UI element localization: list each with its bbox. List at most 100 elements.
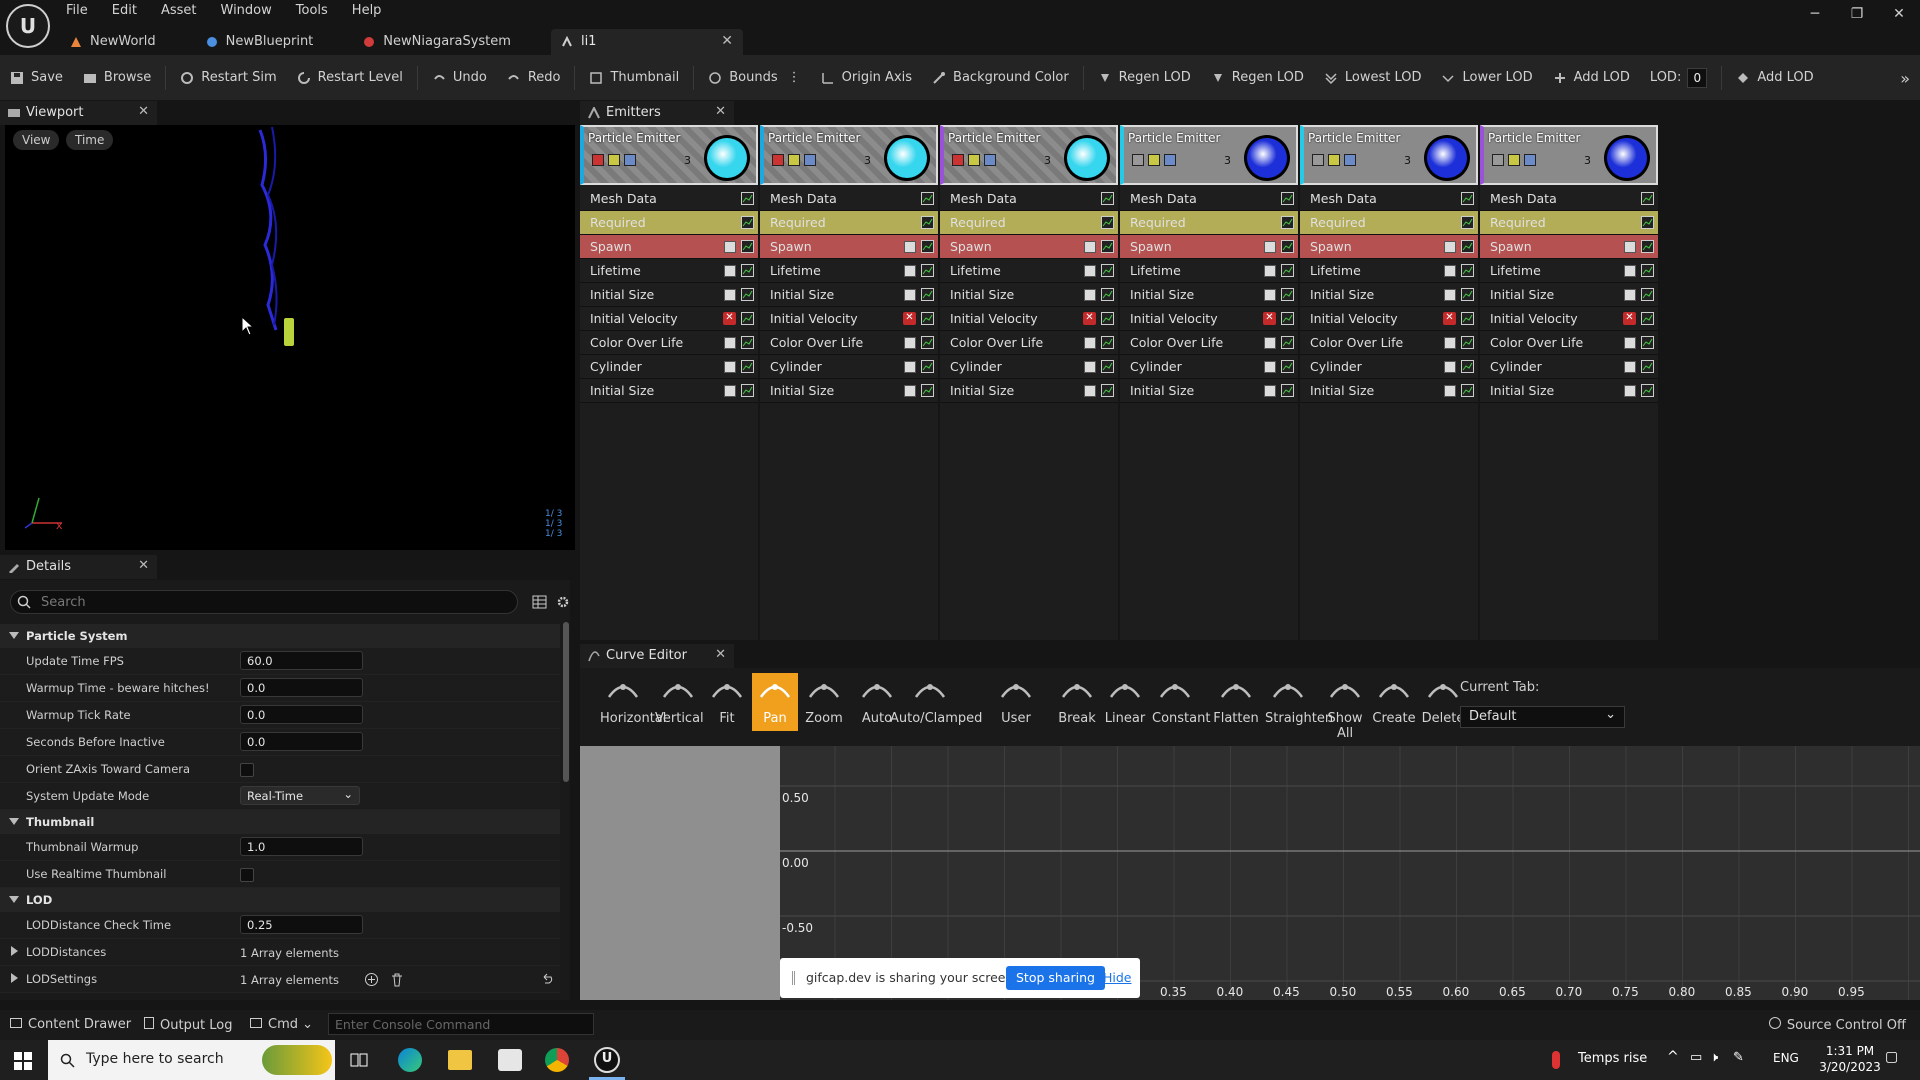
module-enable-checkbox[interactable] xyxy=(1624,241,1636,253)
curve-graph-icon[interactable] xyxy=(1461,288,1474,301)
module-enable-checkbox[interactable] xyxy=(1624,289,1636,301)
emitter-column[interactable]: Particle Emitter 3 Mesh Data Required Spawn L… xyxy=(1300,125,1478,640)
view-button[interactable]: View xyxy=(13,130,60,150)
tool-pan-button[interactable]: Pan xyxy=(752,673,798,731)
tool-zoom-button[interactable]: Zoom xyxy=(801,673,847,731)
emitter-enable-toggle[interactable] xyxy=(1312,154,1324,166)
module-row[interactable]: Color Over Life xyxy=(580,331,758,355)
module-row[interactable]: Lifetime xyxy=(1300,259,1478,283)
curve-graph-icon[interactable] xyxy=(741,288,754,301)
language-indicator[interactable]: ENG xyxy=(1773,1051,1799,1065)
module-row[interactable]: Initial Size xyxy=(1120,379,1298,403)
task-view-icon[interactable] xyxy=(350,1051,368,1069)
time-button[interactable]: Time xyxy=(66,130,114,150)
module-enable-checkbox[interactable] xyxy=(1264,385,1276,397)
module-enable-checkbox[interactable] xyxy=(1444,385,1456,397)
curve-graph-icon[interactable] xyxy=(741,336,754,349)
curve-graph-icon[interactable] xyxy=(921,288,934,301)
tool-auto-clamped-button[interactable]: Auto/Clamped xyxy=(890,673,982,731)
viewport-tab[interactable]: Viewport ✕ xyxy=(0,101,157,125)
emitter-solo-toggle[interactable] xyxy=(1344,154,1356,166)
module-row[interactable]: Color Over Life xyxy=(940,331,1118,355)
curve-graph-icon[interactable] xyxy=(1641,264,1654,277)
tool-linear-button[interactable]: Linear xyxy=(1102,673,1148,731)
module-row[interactable]: Initial Size xyxy=(760,379,938,403)
module-row[interactable]: Initial Size xyxy=(760,283,938,307)
module-row[interactable]: Required xyxy=(1480,211,1658,235)
curve-graph-icon[interactable] xyxy=(921,264,934,277)
module-disabled-icon[interactable]: ✕ xyxy=(723,312,736,325)
menu-edit[interactable]: Edit xyxy=(102,0,151,22)
module-disabled-icon[interactable]: ✕ xyxy=(1623,312,1636,325)
module-row[interactable]: Initial Velocity ✕ xyxy=(580,307,758,331)
module-enable-checkbox[interactable] xyxy=(904,361,916,373)
emitter-render-toggle[interactable] xyxy=(1148,154,1160,166)
module-row[interactable]: Color Over Life xyxy=(1300,331,1478,355)
module-row[interactable]: Mesh Data xyxy=(760,187,938,211)
emitter-enable-toggle[interactable] xyxy=(952,154,964,166)
emitter-column[interactable]: Particle Emitter 3 Mesh Data Required Spawn L… xyxy=(940,125,1118,640)
curve-graph-icon[interactable] xyxy=(921,336,934,349)
module-row[interactable]: Cylinder xyxy=(1300,355,1478,379)
file-explorer-icon[interactable] xyxy=(448,1050,472,1070)
module-row[interactable]: Required xyxy=(1120,211,1298,235)
curve-graph-icon[interactable] xyxy=(1101,264,1114,277)
module-row[interactable]: Initial Velocity ✕ xyxy=(1120,307,1298,331)
module-disabled-icon[interactable]: ✕ xyxy=(903,312,916,325)
edge-icon[interactable] xyxy=(398,1048,422,1072)
close-window-icon[interactable]: ✕ xyxy=(1878,0,1920,34)
add-lod-button-1[interactable]: Add LOD xyxy=(1543,62,1640,94)
emitter-header[interactable]: Particle Emitter 3 xyxy=(1300,125,1478,185)
curve-graph-icon[interactable] xyxy=(1281,264,1294,277)
module-enable-checkbox[interactable] xyxy=(904,265,916,277)
curve-graph-icon[interactable] xyxy=(1461,192,1474,205)
add-element-icon[interactable] xyxy=(364,972,379,987)
emitter-render-toggle[interactable] xyxy=(1508,154,1520,166)
regen-lod-button-1[interactable]: Regen LOD xyxy=(1088,62,1201,94)
module-row[interactable]: Initial Size xyxy=(580,379,758,403)
drag-handle-icon[interactable] xyxy=(792,971,795,985)
tool-straighten-button[interactable]: Straighten xyxy=(1265,673,1333,731)
chevron-up-icon[interactable]: ^ xyxy=(1667,1049,1679,1065)
module-row[interactable]: Required xyxy=(760,211,938,235)
origin-axis-button[interactable]: Origin Axis xyxy=(811,62,922,94)
notifications-icon[interactable]: ▢ xyxy=(1885,1049,1898,1065)
source-control-status[interactable]: Source Control Off xyxy=(1768,1017,1906,1033)
module-disabled-icon[interactable]: ✕ xyxy=(1083,312,1096,325)
emitter-render-toggle[interactable] xyxy=(608,154,620,166)
curve-graph-icon[interactable] xyxy=(921,360,934,373)
lod-value-input[interactable]: 0 xyxy=(1687,67,1708,88)
module-row[interactable]: Spawn xyxy=(1300,235,1478,259)
thumbnail-warmup-field[interactable]: 1.0 xyxy=(240,837,363,856)
curve-graph-icon[interactable] xyxy=(1281,312,1294,325)
network-icon[interactable]: ▭ xyxy=(1690,1050,1702,1065)
module-enable-checkbox[interactable] xyxy=(1444,265,1456,277)
redo-button[interactable]: Redo xyxy=(497,62,571,94)
tool-flatten-button[interactable]: Flatten xyxy=(1213,673,1259,731)
curve-graph-icon[interactable] xyxy=(1281,192,1294,205)
tool-horizontal-button[interactable]: Horizontal xyxy=(600,673,666,731)
module-row[interactable]: Lifetime xyxy=(1480,259,1658,283)
hide-link[interactable]: Hide xyxy=(1103,970,1132,985)
emitter-solo-toggle[interactable] xyxy=(804,154,816,166)
emitter-enable-toggle[interactable] xyxy=(1132,154,1144,166)
stop-sharing-button[interactable]: Stop sharing xyxy=(1006,966,1105,990)
module-row[interactable]: Required xyxy=(940,211,1118,235)
module-enable-checkbox[interactable] xyxy=(904,241,916,253)
curve-graph-icon[interactable] xyxy=(1101,336,1114,349)
curve-graph-icon[interactable] xyxy=(1461,264,1474,277)
emitter-header[interactable]: Particle Emitter 3 xyxy=(940,125,1118,185)
curve-graph-icon[interactable] xyxy=(921,312,934,325)
curve-graph-icon[interactable] xyxy=(1461,360,1474,373)
output-log-button[interactable]: Output Log xyxy=(144,1017,233,1033)
save-button[interactable]: Save xyxy=(0,62,73,94)
emitter-render-toggle[interactable] xyxy=(968,154,980,166)
emitter-header[interactable]: Particle Emitter 3 xyxy=(1480,125,1658,185)
weather-text[interactable]: Temps rise xyxy=(1578,1051,1647,1066)
console-command-input[interactable]: Enter Console Command xyxy=(328,1013,594,1035)
module-row[interactable]: Initial Size xyxy=(580,283,758,307)
module-row[interactable]: Cylinder xyxy=(580,355,758,379)
tool-fit-button[interactable]: Fit xyxy=(704,673,750,731)
module-enable-checkbox[interactable] xyxy=(724,241,736,253)
table-view-icon[interactable] xyxy=(532,595,547,609)
